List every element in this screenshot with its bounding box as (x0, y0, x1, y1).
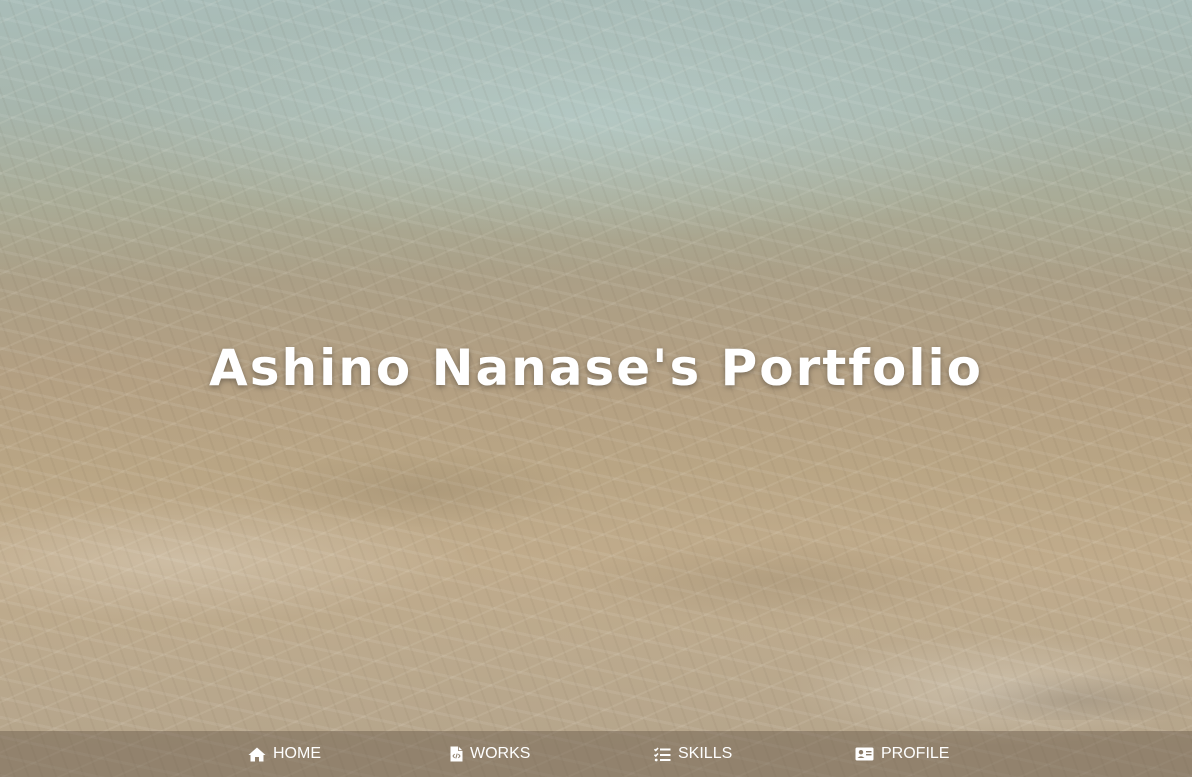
id-card-icon (855, 747, 874, 761)
nav-label-works: WORKS (470, 745, 531, 762)
nav-label-profile: PROFILE (881, 745, 950, 762)
page-title: Ashino Nanase's Portfolio (209, 339, 983, 397)
tasks-icon (654, 746, 671, 762)
home-icon (248, 747, 266, 762)
file-code-icon (450, 746, 463, 762)
bottom-nav-bar: HOME WORKS SKILLS PROFILE (0, 731, 1192, 777)
nav-item-profile[interactable]: PROFILE (855, 731, 949, 777)
nav-item-skills[interactable]: SKILLS (654, 731, 732, 777)
nav-label-skills: SKILLS (678, 745, 733, 762)
nav-item-works[interactable]: WORKS (450, 731, 530, 777)
nav-item-home[interactable]: HOME (248, 731, 321, 777)
nav-label-home: HOME (273, 745, 321, 762)
